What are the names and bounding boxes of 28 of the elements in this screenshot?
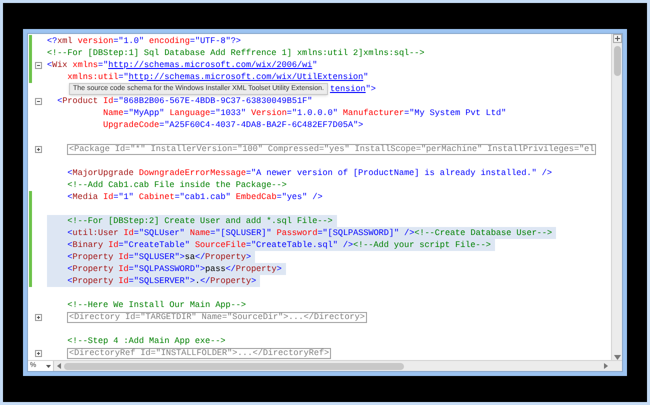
code-line: <!--Here We Install Our Main App--> <box>66 299 247 311</box>
code-line: Name="MyApp" Language="1033" Version="1.0.0.0" Manufacturer="My System Pvt Ltd" <box>102 107 508 119</box>
code-line: tension"> <box>330 83 377 95</box>
code-line: UpgradeCode="A25F60C4-4037-4DA8-BA2F-6C482EF7D05A"> <box>102 119 364 131</box>
scroll-left-icon[interactable] <box>57 363 61 369</box>
collapsed-code[interactable]: <DirectoryRef Id="INSTALLFOLDER">...</DirectoryRef> <box>67 348 332 358</box>
vertical-scrollbar[interactable] <box>611 34 622 360</box>
code-line: <?xml version="1.0" encoding="UTF-8"?> <box>47 35 242 47</box>
collapsed-code[interactable]: <Directory Id="TARGETDIR" Name="SourceDir">...</Directory> <box>67 312 367 322</box>
collapse-icon[interactable] <box>34 62 42 68</box>
code-line: <!--Add Cab1.cab File inside the Package--> <box>66 179 288 191</box>
code-line: xmlns:util="http://schemas.microsoft.com/wix/UtilExtension" <box>66 71 370 83</box>
code-line: <Wix xmlns="http://schemas.microsoft.com/wix/2006/wi" <box>47 59 318 71</box>
collapse-icon[interactable] <box>34 98 42 104</box>
expand-icon[interactable] <box>34 350 42 356</box>
code-line: <!--For [DBStep:1] Sql Database Add Reffrence 1] xmlns:util 2]xmlns:sql--> <box>47 47 426 59</box>
collapsed-code[interactable]: <Package Id="*" InstallerVersion="100" Compressed="yes" InstallScope="perMachine" InstallPrivileges="el <box>67 144 596 154</box>
code-line: <Media Id="1" Cabinet="cab1.cab" EmbedCab="yes" /> <box>66 191 324 203</box>
dropdown-arrow-icon <box>46 364 51 368</box>
scrollbar-thumb[interactable] <box>64 362 404 370</box>
scroll-right-icon[interactable] <box>604 363 608 369</box>
scrollbar-thumb[interactable] <box>614 46 620 76</box>
expand-icon[interactable] <box>34 314 42 320</box>
split-icon[interactable] <box>612 34 622 43</box>
code-line: <Product Id="868B2B06-567E-4BDB-9C37-63830049B51F" <box>56 95 314 107</box>
code-line: <MajorUpgrade DowngradeErrorMessage="A newer version of [ProductName] is already installed." /> <box>66 167 554 179</box>
expand-icon[interactable] <box>34 146 42 152</box>
code-line: <!--Step 4 :Add Main App exe--> <box>66 335 227 347</box>
